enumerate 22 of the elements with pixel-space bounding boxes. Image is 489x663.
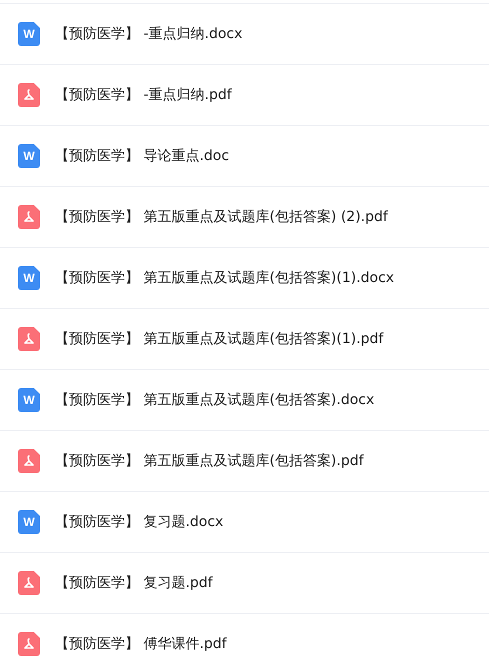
pdf-file-icon xyxy=(18,632,40,656)
file-name[interactable]: 【预防医学】 -重点归纳.docx xyxy=(55,25,242,43)
pdf-file-icon xyxy=(18,205,40,229)
file-name[interactable]: 【预防医学】 傅华课件.pdf xyxy=(55,635,227,653)
word-file-icon: W xyxy=(18,266,40,290)
file-name[interactable]: 【预防医学】 导论重点.doc xyxy=(55,147,230,165)
pdf-file-icon xyxy=(18,449,40,473)
file-name[interactable]: 【预防医学】 第五版重点及试题库(包括答案)(1).docx xyxy=(55,269,394,287)
pdf-file-icon xyxy=(18,327,40,351)
word-file-icon: W xyxy=(18,510,40,534)
file-name[interactable]: 【预防医学】 第五版重点及试题库(包括答案)(1).pdf xyxy=(55,330,384,348)
word-file-icon: W xyxy=(18,144,40,168)
pdf-file-icon xyxy=(18,571,40,595)
word-file-icon: W xyxy=(18,388,40,412)
word-file-icon: W xyxy=(18,22,40,46)
file-name[interactable]: 【预防医学】 复习题.docx xyxy=(55,513,224,531)
pdf-file-icon xyxy=(18,83,40,107)
file-name[interactable]: 【预防医学】 第五版重点及试题库(包括答案).pdf xyxy=(55,452,364,470)
file-name[interactable]: 【预防医学】 第五版重点及试题库(包括答案) (2).pdf xyxy=(55,208,388,226)
file-name[interactable]: 【预防医学】 复习题.pdf xyxy=(55,574,213,592)
file-name[interactable]: 【预防医学】 第五版重点及试题库(包括答案).docx xyxy=(55,391,374,409)
file-name[interactable]: 【预防医学】 -重点归纳.pdf xyxy=(55,86,232,104)
